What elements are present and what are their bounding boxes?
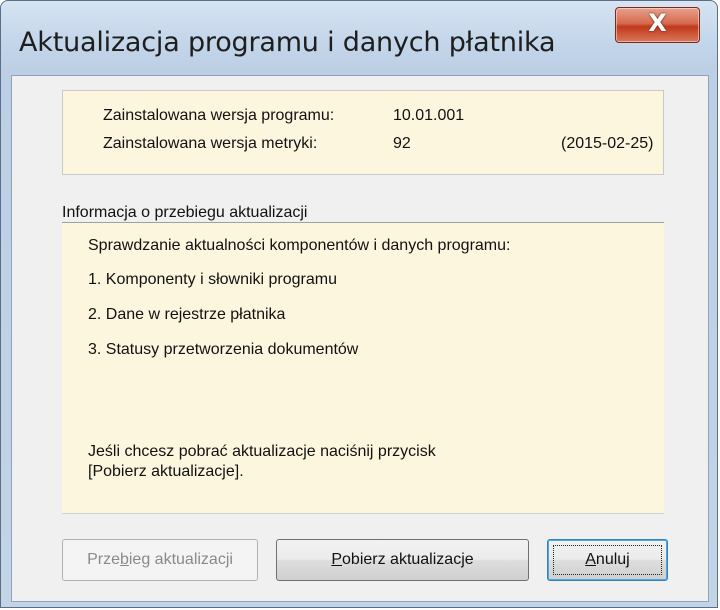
pobierz-aktualizacje-button[interactable]: Pobierz aktualizacje [276, 539, 529, 581]
close-button[interactable]: X [615, 7, 700, 43]
info-hint-line-2: [Pobierz aktualizacje]. [88, 463, 244, 480]
program-version-value: 10.01.001 [393, 107, 465, 124]
info-hint-line-1: Jeśli chcesz pobrać aktualizacje naciśni… [88, 443, 436, 460]
info-line-statuses: 3. Statusy przetworzenia dokumentów [88, 341, 359, 358]
przebieg-label-mnemonic: b [119, 551, 129, 568]
anuluj-label-mnemonic: A [585, 551, 596, 568]
przebieg-label-pre: Prze [87, 551, 120, 568]
dialog-window: Aktualizacja programu i danych płatnika … [0, 0, 718, 608]
pobierz-label-mnemonic: P [331, 551, 343, 568]
info-line-intro: Sprawdzanie aktualności komponentów i da… [88, 237, 511, 254]
anuluj-label-post: nuluj [595, 551, 630, 568]
metryka-version-date: (2015-02-25) [561, 135, 654, 152]
dialog-client-area: Zainstalowana wersja programu: 10.01.001… [11, 75, 709, 602]
anuluj-button[interactable]: Anuluj [547, 539, 668, 581]
update-info-heading: Informacja o przebiegu aktualizacji [62, 204, 308, 221]
close-icon: X [648, 9, 667, 37]
title-bar[interactable]: Aktualizacja programu i danych płatnika … [1, 1, 717, 75]
window-title: Aktualizacja programu i danych płatnika [19, 27, 556, 58]
version-info-panel: Zainstalowana wersja programu: 10.01.001… [62, 90, 664, 175]
info-line-registry: 2. Dane w rejestrze płatnika [88, 306, 286, 323]
metryka-version-value: 92 [393, 135, 411, 152]
przebieg-aktualizacji-button[interactable]: Przebieg aktualizacji [62, 539, 258, 581]
pobierz-label-post: obierz aktualizacje [342, 551, 474, 568]
przebieg-label-post: ieg aktualizacji [128, 551, 233, 568]
anuluj-focus-rect: Anuluj [553, 545, 662, 575]
metryka-version-label: Zainstalowana wersja metryki: [103, 135, 318, 152]
update-info-panel: Sprawdzanie aktualności komponentów i da… [62, 222, 664, 514]
program-version-label: Zainstalowana wersja programu: [103, 107, 335, 124]
info-line-components: 1. Komponenty i słowniki programu [88, 271, 338, 288]
